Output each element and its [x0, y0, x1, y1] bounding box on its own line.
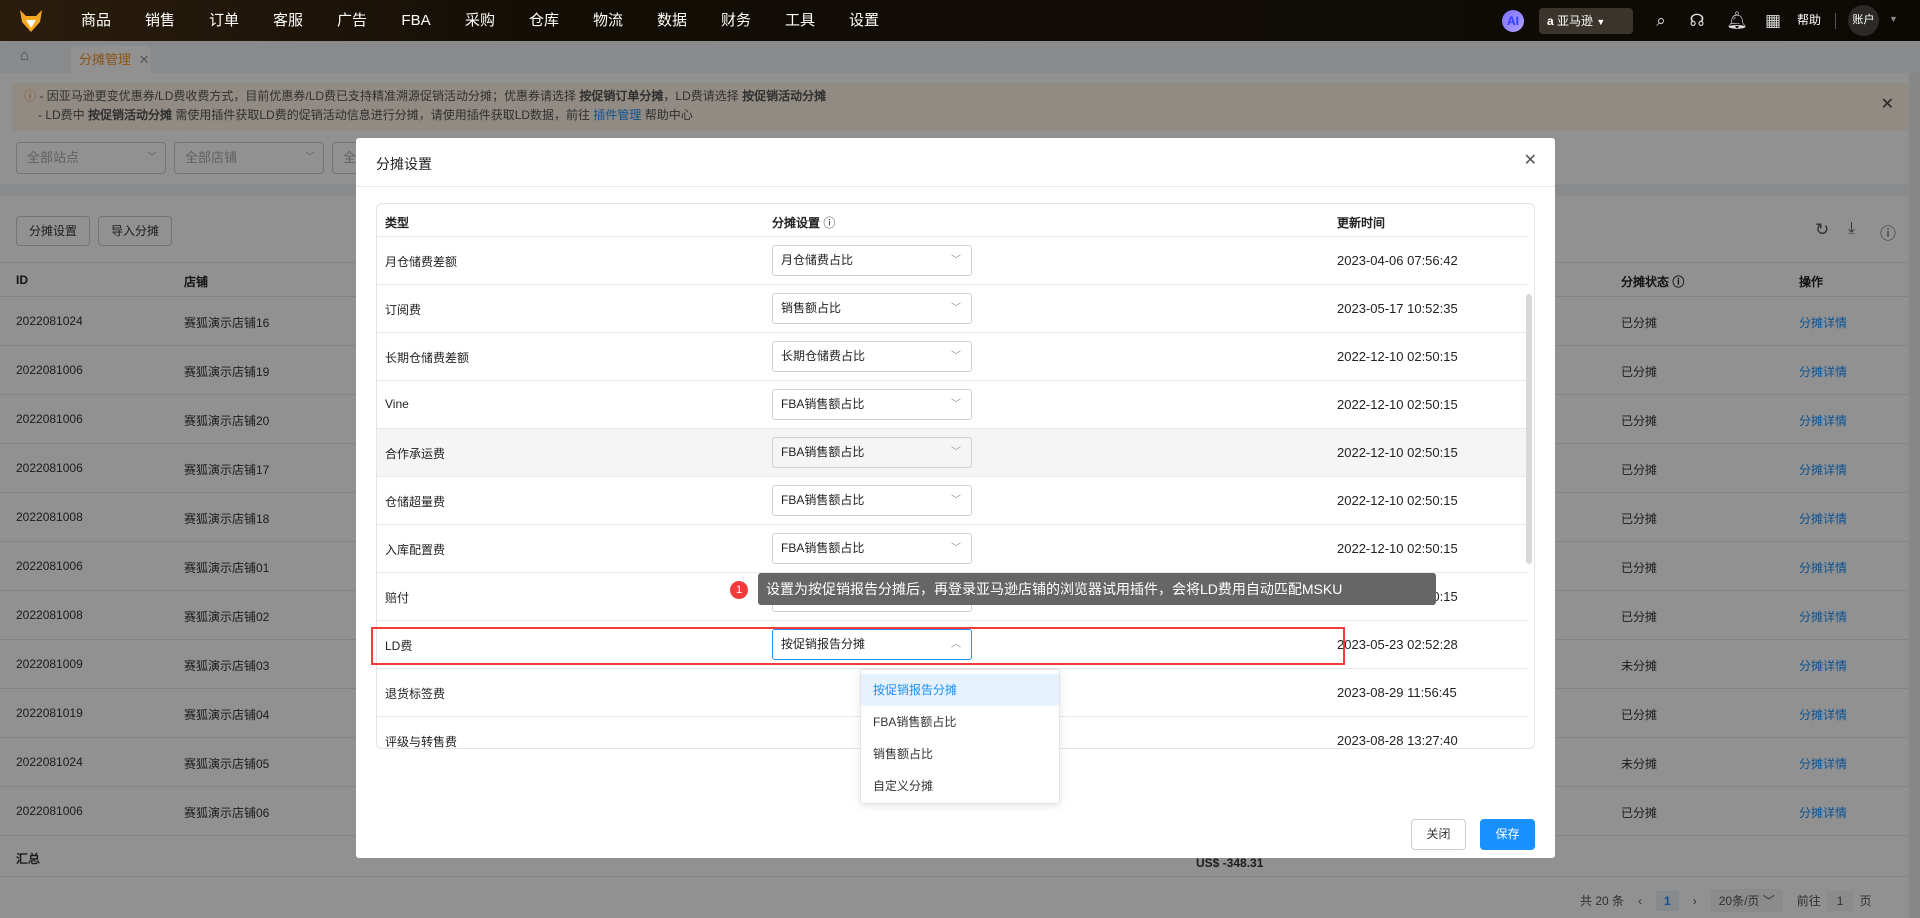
caret-down-icon: ▼: [1596, 17, 1606, 27]
fox-logo-icon[interactable]: [18, 8, 44, 34]
divider: [356, 186, 1555, 187]
allocation-select[interactable]: FBA销售额占比﹀: [772, 437, 972, 468]
fee-type: 退货标签费: [385, 687, 446, 701]
allocation-select[interactable]: FBA销售额占比﹀: [772, 389, 972, 420]
nav-item[interactable]: 商品: [81, 0, 111, 41]
update-time: 2022-12-10 02:50:15: [1337, 541, 1458, 556]
apps-grid-icon[interactable]: ▦: [1762, 10, 1784, 32]
col-time: 更新时间: [1337, 216, 1386, 230]
update-time: 2023-08-28 13:27:40: [1337, 733, 1458, 748]
fee-type: Vine: [385, 397, 409, 411]
fee-type: 长期仓储费差额: [385, 351, 470, 365]
step-badge: 1: [730, 581, 748, 599]
chevron-down-icon: ﹀: [951, 495, 961, 506]
headset-icon[interactable]: ☊: [1686, 10, 1708, 32]
account-avatar[interactable]: 账户: [1848, 5, 1879, 36]
highlight-box: [371, 627, 1345, 665]
allocation-select[interactable]: 销售额占比 ﹀: [772, 293, 972, 324]
chevron-down-icon: ﹀: [951, 543, 961, 554]
close-button[interactable]: 关闭: [1411, 819, 1466, 850]
fee-type: 评级与转售费: [385, 735, 458, 749]
allocation-select[interactable]: 长期仓储费占比 ﹀: [772, 341, 972, 372]
platform-label: 亚马逊: [1557, 14, 1594, 28]
update-time: 2023-04-06 07:56:42: [1337, 253, 1458, 268]
settings-table: 类型 分摊设置 ⓘ 更新时间 月仓储费差额 月仓储费占比 ﹀ 2023-04-06 0…: [376, 203, 1535, 749]
nav-item[interactable]: 销售: [145, 0, 175, 41]
allocation-select[interactable]: FBA销售额占比﹀: [772, 533, 972, 564]
chevron-down-icon: ﹀: [951, 351, 961, 362]
nav-item[interactable]: 物流: [593, 0, 623, 41]
update-time: 2022-12-10 02:50:15: [1337, 397, 1458, 412]
search-icon[interactable]: ⌕: [1650, 10, 1672, 32]
settings-row: 合作承运费 FBA销售额占比 ﹀ 2022-12-10 02:50:15: [377, 428, 1527, 476]
fee-type: 月仓储费差额: [385, 255, 458, 269]
settings-row: 仓储超量费 FBA销售额占比 ﹀ 2022-12-10 02:50:15: [377, 476, 1527, 524]
amazon-icon: a: [1547, 14, 1554, 28]
save-button[interactable]: 保存: [1480, 819, 1535, 850]
help-link[interactable]: 帮助: [1797, 0, 1821, 41]
dropdown-option[interactable]: 自定义分摊: [861, 770, 1059, 802]
col-setting: 分摊设置 ⓘ: [772, 216, 836, 230]
nav-item[interactable]: 采购: [465, 0, 495, 41]
fee-type: 合作承运费: [385, 447, 446, 461]
nav-item[interactable]: 广告: [337, 0, 367, 41]
chevron-down-icon: ﹀: [951, 447, 961, 458]
settings-table-header: 类型 分摊设置 ⓘ 更新时间: [377, 204, 1534, 236]
platform-selector[interactable]: a 亚马逊 ▼: [1539, 8, 1633, 34]
allocation-dropdown: 按促销报告分摊 FBA销售额占比 销售额占比 自定义分摊: [860, 669, 1060, 804]
modal-title: 分摊设置: [376, 156, 432, 172]
settings-row: 长期仓储费差额 长期仓储费占比 ﹀ 2022-12-10 02:50:15: [377, 332, 1527, 380]
help-icon: ⓘ: [823, 216, 836, 230]
nav-item[interactable]: 工具: [785, 0, 815, 41]
bell-icon[interactable]: 🔔︎: [1726, 10, 1748, 32]
top-navbar: 商品 销售 订单 客服 广告 FBA 采购 仓库 物流 数据 财务 工具 设置 AI a 亚马逊 ▼ ⌕…: [0, 0, 1920, 41]
settings-row: 月仓储费差额 月仓储费占比 ﹀ 2023-04-06 07:56:42: [377, 236, 1527, 284]
settings-row: 订阅费 销售额占比 ﹀ 2023-05-17 10:52:35: [377, 284, 1527, 332]
update-time: 2023-05-17 10:52:35: [1337, 301, 1458, 316]
divider: [1835, 13, 1836, 29]
dropdown-option[interactable]: FBA销售额占比: [861, 706, 1059, 738]
tooltip: 设置为按促销报告分摊后，再登录亚马逊店铺的浏览器试用插件，会将LD费用自动匹配M…: [758, 573, 1436, 605]
fee-type: 订阅费: [385, 303, 422, 317]
allocation-settings-modal: 分摊设置 ✕ 类型 分摊设置 ⓘ 更新时间 月仓储费差额 月仓储费占比 ﹀ 2023-…: [356, 138, 1555, 858]
settings-row: 入库配置费 FBA销售额占比 ﹀ 2022-12-10 02:50:15: [377, 524, 1527, 572]
nav-item[interactable]: 设置: [849, 0, 879, 41]
update-time: 2023-05-23 02:52:28: [1337, 637, 1458, 652]
table-scrollbar[interactable]: [1526, 294, 1532, 564]
dropdown-option[interactable]: 销售额占比: [861, 738, 1059, 770]
fee-type: 赔付: [385, 591, 410, 605]
nav-item[interactable]: 仓库: [529, 0, 559, 41]
update-time: 2022-12-10 02:50:15: [1337, 445, 1458, 460]
chevron-down-icon: ﹀: [951, 255, 961, 266]
update-time: 2022-12-10 02:50:15: [1337, 349, 1458, 364]
fee-type: 仓储超量费: [385, 495, 446, 509]
nav-item[interactable]: 客服: [273, 0, 303, 41]
nav-item[interactable]: 财务: [721, 0, 751, 41]
allocation-select[interactable]: FBA销售额占比﹀: [772, 485, 972, 516]
nav-item[interactable]: 订单: [209, 0, 239, 41]
dropdown-option[interactable]: 按促销报告分摊: [861, 674, 1059, 706]
nav-item[interactable]: 数据: [657, 0, 687, 41]
account-caret-icon[interactable]: ▼: [1889, 14, 1898, 24]
ai-icon[interactable]: AI: [1502, 10, 1524, 32]
nav-item[interactable]: FBA: [401, 0, 430, 41]
update-time: 2023-08-29 11:56:45: [1337, 685, 1457, 700]
col-type: 类型: [385, 216, 410, 230]
chevron-down-icon: ﹀: [951, 399, 961, 410]
fee-type: 入库配置费: [385, 543, 446, 557]
close-modal-icon[interactable]: ✕: [1524, 150, 1537, 170]
chevron-down-icon: ﹀: [951, 303, 961, 314]
settings-row: Vine FBA销售额占比 ﹀ 2022-12-10 02:50:15: [377, 380, 1527, 428]
allocation-select[interactable]: 月仓储费占比 ﹀: [772, 245, 972, 276]
update-time: 2022-12-10 02:50:15: [1337, 493, 1458, 508]
